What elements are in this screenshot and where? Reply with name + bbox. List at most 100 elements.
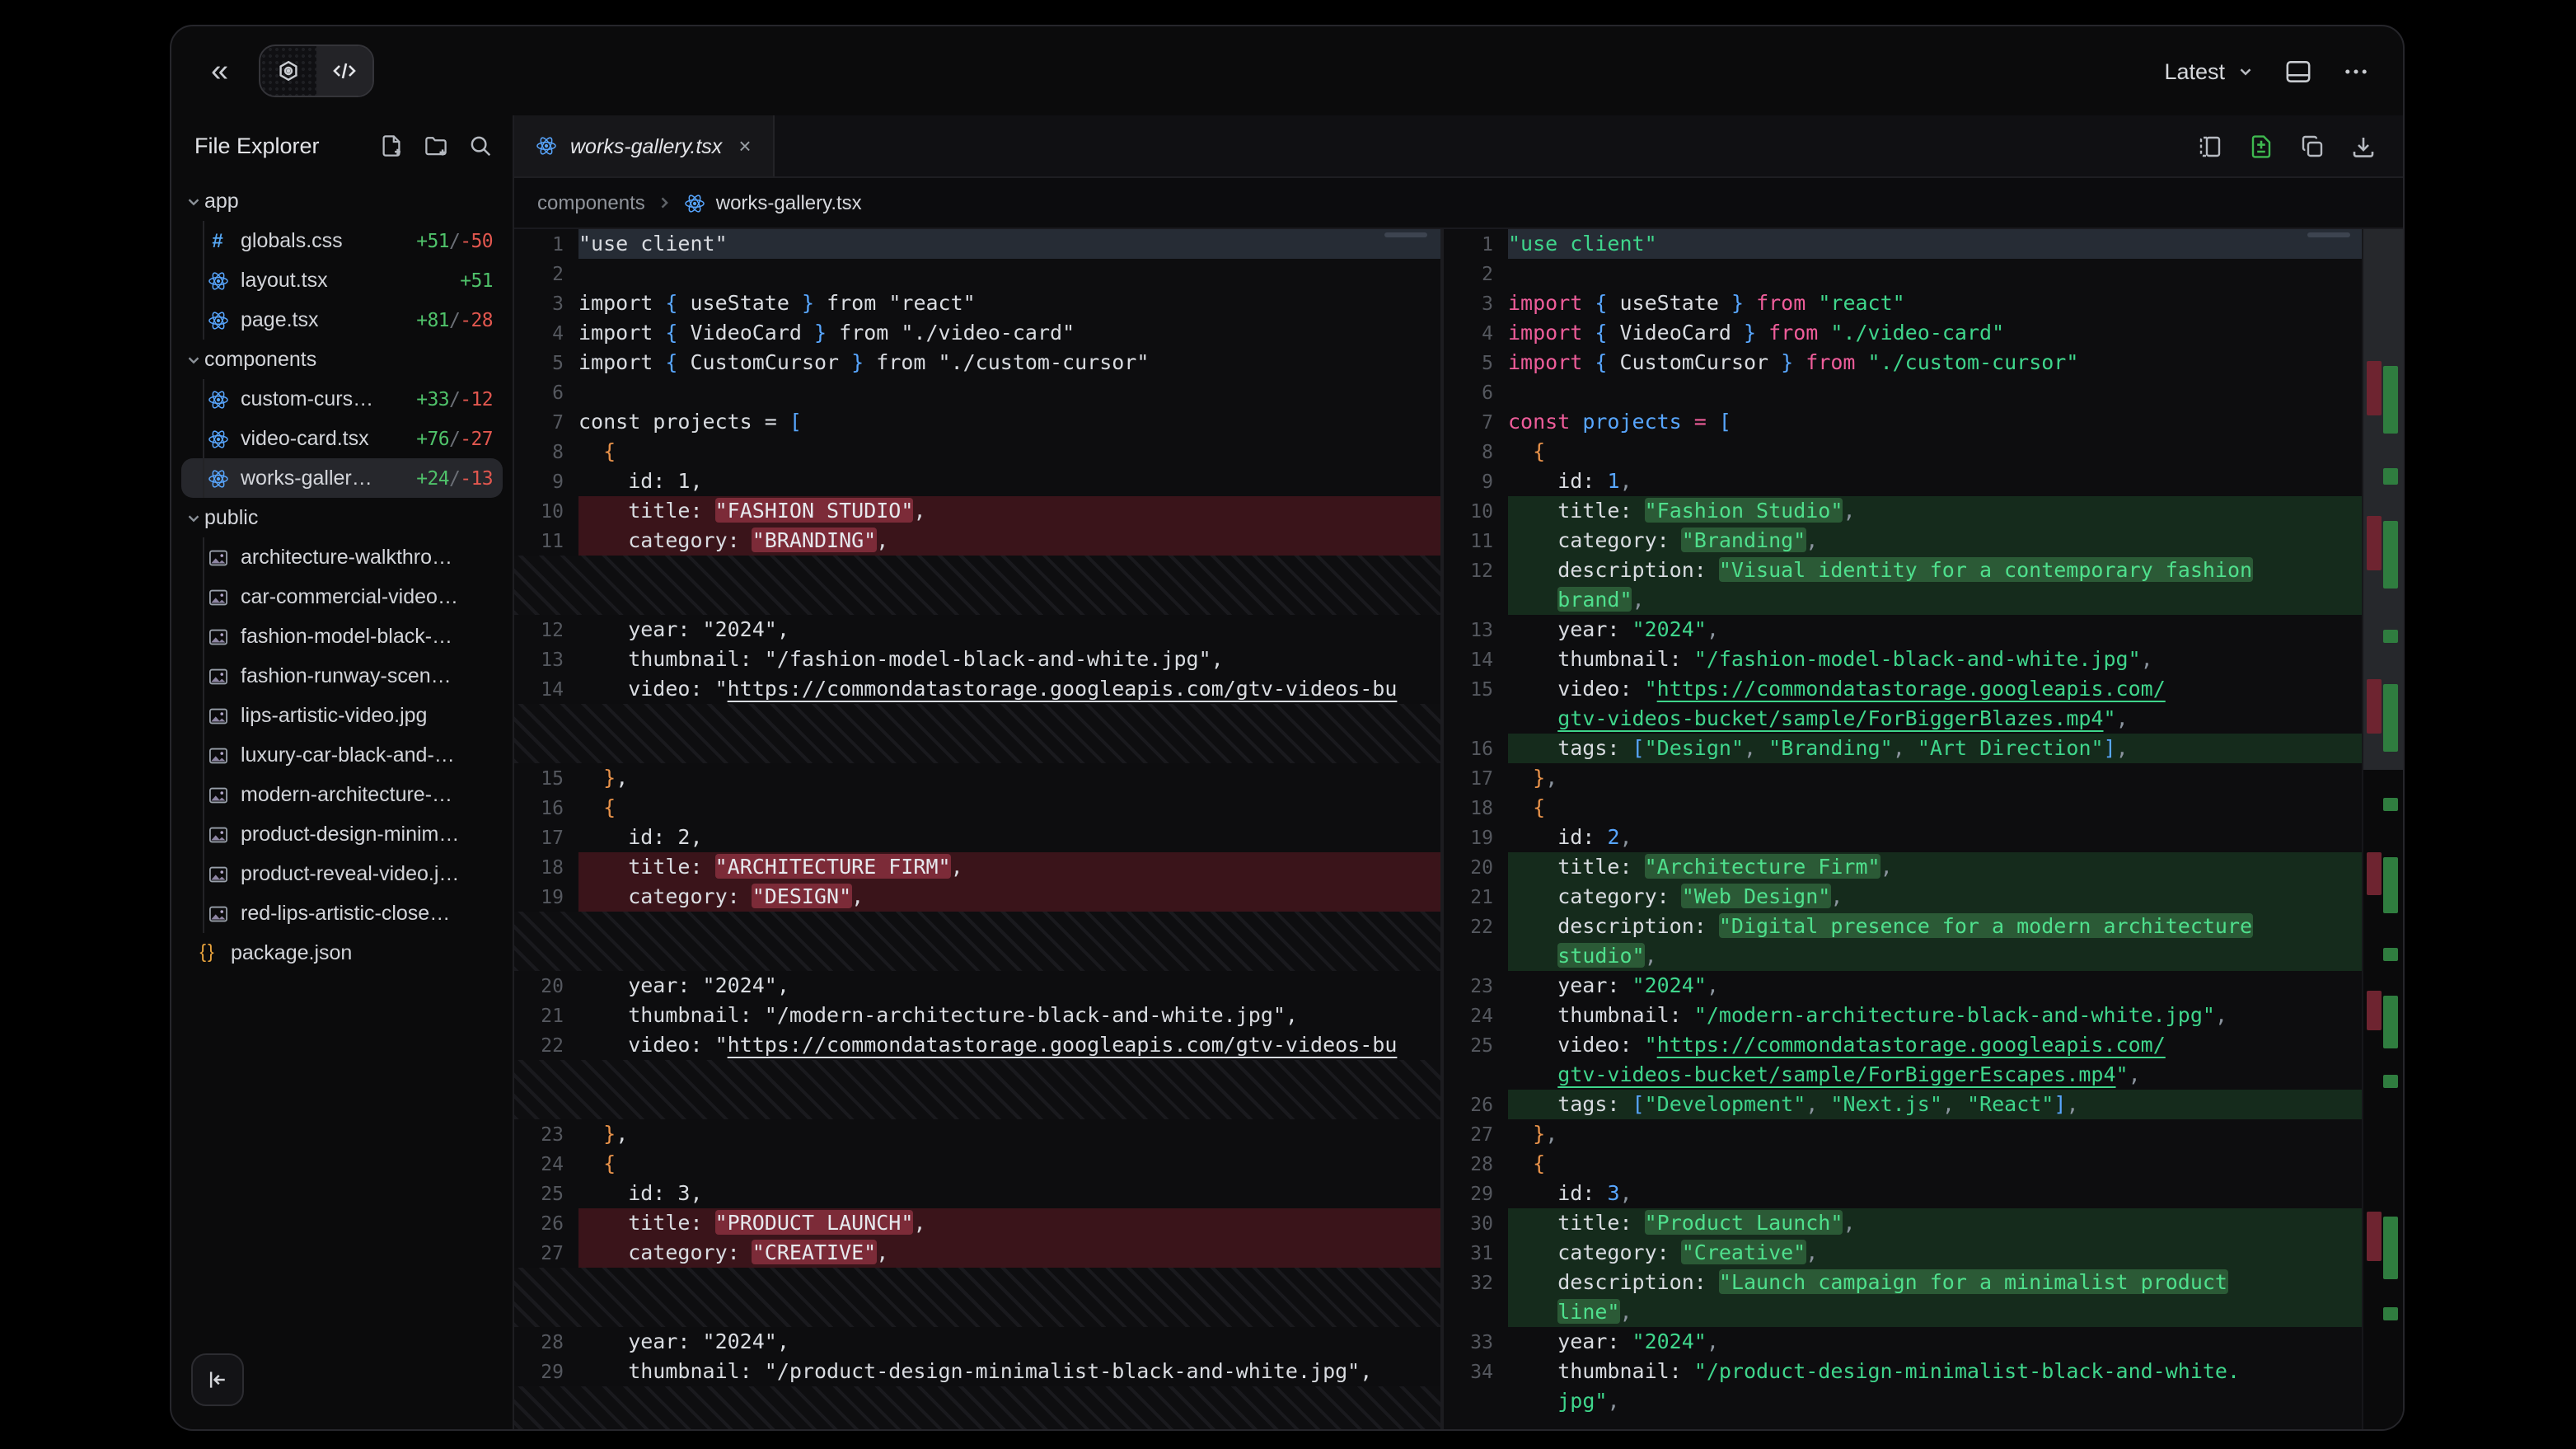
code-row: 28 { (1444, 1149, 2362, 1179)
version-dropdown[interactable]: Latest (2164, 59, 2255, 83)
chevron-down-icon (2236, 62, 2255, 80)
code-rows-before: 1"use client"23import { useState } from … (514, 229, 1440, 1429)
collapse-panel-icon[interactable]: « (204, 52, 235, 90)
tree-file-layout.tsx[interactable]: layout.tsx+51 (181, 260, 503, 300)
react-icon (204, 467, 231, 489)
code-toggle-button[interactable] (316, 46, 372, 96)
split-view-button[interactable] (2197, 133, 2223, 159)
code-row: 12 year: "2024", (514, 615, 1440, 645)
file-diff-button[interactable] (2248, 133, 2274, 159)
tree-folder-app[interactable]: app (181, 181, 503, 221)
code-row: 22 video: "https://commondatastorage.goo… (514, 1030, 1440, 1060)
code-row: 16 tags: ["Design", "Branding", "Art Dir… (1444, 734, 2362, 763)
tree-file-product-reveal-video.j-[interactable]: product-reveal-video.j… (181, 854, 503, 893)
minimap-deletion-mark (2367, 361, 2382, 415)
new-folder-button[interactable] (424, 133, 448, 157)
breadcrumb-file-label: works-gallery.tsx (716, 191, 862, 214)
code-row: 31 category: "Creative", (1444, 1238, 2362, 1268)
collapse-sidebar-button[interactable] (191, 1353, 244, 1406)
code-row: 20 title: "Architecture Firm", (1444, 852, 2362, 882)
tree-file-custom-curs-[interactable]: custom-curs…+33/-12 (181, 379, 503, 419)
tree-file-fashion-runway-scen-[interactable]: fashion-runway-scen… (181, 656, 503, 696)
panel-layout-button[interactable] (2284, 57, 2312, 85)
tree-file-modern-architecture-[interactable]: modern-architecture-… (181, 775, 503, 814)
code-row: 24 { (514, 1149, 1440, 1179)
code-row: 4import { VideoCard } from "./video-card… (514, 318, 1440, 348)
tree-file-red-lips-artistic-close-[interactable]: red-lips-artistic-close… (181, 893, 503, 933)
code-row: line", (1444, 1297, 2362, 1327)
code-row: 16 { (514, 793, 1440, 823)
view-mode-toggle (258, 45, 373, 97)
diff-filler-hatch (514, 1268, 1440, 1327)
horizontal-scrollbar[interactable] (1384, 232, 1427, 237)
minimap-addition-mark (2383, 684, 2398, 752)
ellipsis-icon (2342, 57, 2370, 85)
tree-file-lips-artistic-video.jpg[interactable]: lips-artistic-video.jpg (181, 696, 503, 735)
new-file-button[interactable] (379, 133, 404, 157)
code-row: 26 tags: ["Development", "Next.js", "Rea… (1444, 1090, 2362, 1119)
minimap-deletion-mark (2367, 516, 2382, 570)
tree-file-package.json[interactable]: {}package.json (181, 933, 503, 973)
diff-stats: +33/-12 (416, 387, 503, 410)
file-tree: app#globals.css+51/-50layout.tsx+51page.… (171, 175, 513, 1337)
code-row: 9 id: 1, (1444, 467, 2362, 496)
diff-view: 1"use client"23import { useState } from … (514, 229, 2403, 1429)
editor-area: works-gallery.tsx × (514, 115, 2403, 1429)
chevron-right-icon (657, 195, 673, 211)
code-row: 27 }, (1444, 1119, 2362, 1149)
horizontal-scrollbar[interactable] (2307, 232, 2350, 237)
diff-minimap[interactable] (2362, 229, 2403, 1429)
code-row: 8 { (514, 437, 1440, 467)
code-rows-after: 1"use client"23import { useState } from … (1444, 229, 2362, 1429)
tab-works-gallery[interactable]: works-gallery.tsx × (514, 115, 775, 176)
search-icon[interactable] (468, 133, 493, 157)
code-row: 14 thumbnail: "/fashion-model-black-and-… (1444, 645, 2362, 674)
download-button[interactable] (2350, 133, 2377, 159)
editor-actions (2197, 115, 2403, 176)
code-row: 9 id: 1, (514, 467, 1440, 496)
code-row: 15 }, (514, 763, 1440, 793)
minimap-deletion-mark (2367, 679, 2382, 734)
tree-folder-public[interactable]: public (181, 498, 503, 537)
tree-file-product-design-minim-[interactable]: product-design-minim… (181, 814, 503, 854)
diff-stats: +24/-13 (416, 467, 503, 490)
minimap-addition-mark (2383, 1307, 2398, 1320)
braces-icon: {} (194, 943, 221, 963)
minimap-addition-mark (2383, 1075, 2398, 1088)
code-row: 10 title: "FASHION STUDIO", (514, 496, 1440, 526)
tree-folder-components[interactable]: components (181, 340, 503, 379)
code-row: 23 year: "2024", (1444, 971, 2362, 1001)
tree-file-page.tsx[interactable]: page.tsx+81/-28 (181, 300, 503, 340)
diff-filler-hatch (514, 556, 1440, 615)
tree-file-video-card.tsx[interactable]: video-card.tsx+76/-27 (181, 419, 503, 458)
code-row: 18 { (1444, 793, 2362, 823)
diff-pane-after: 1"use client"23import { useState } from … (1444, 229, 2403, 1429)
code-row: 22 description: "Digital presence for a … (1444, 912, 2362, 941)
image-icon (204, 903, 231, 924)
code-row: 21 thumbnail: "/modern-architecture-blac… (514, 1001, 1440, 1030)
minimap-addition-mark (2383, 468, 2398, 485)
version-label: Latest (2164, 59, 2225, 83)
code-row: 4import { VideoCard } from "./video-card… (1444, 318, 2362, 348)
more-options-button[interactable] (2342, 57, 2370, 85)
tree-file-car-commercial-video-[interactable]: car-commercial-video… (181, 577, 503, 617)
tree-file-architecture-walkthro-[interactable]: architecture-walkthro… (181, 537, 503, 577)
minimap-addition-mark (2383, 1217, 2398, 1279)
breadcrumb-file[interactable]: works-gallery.tsx (685, 191, 862, 214)
tab-close-icon[interactable]: × (738, 134, 751, 158)
tree-file-fashion-model-black-[interactable]: fashion-model-black-… (181, 617, 503, 656)
diff-filler-hatch (514, 1060, 1440, 1119)
preview-toggle-button[interactable] (260, 46, 316, 96)
tree-file-globals.css[interactable]: #globals.css+51/-50 (181, 221, 503, 260)
image-icon (204, 863, 231, 884)
code-row: 32 description: "Launch campaign for a m… (1444, 1268, 2362, 1297)
tree-file-luxury-car-black-and-[interactable]: luxury-car-black-and-… (181, 735, 503, 775)
code-row: 25 id: 3, (514, 1179, 1440, 1208)
minimap-addition-mark (2383, 798, 2398, 811)
breadcrumb-parent[interactable]: components (537, 191, 645, 214)
code-row: 34 thumbnail: "/product-design-minimalis… (1444, 1357, 2362, 1386)
tree-file-works-galler-[interactable]: works-galler…+24/-13 (181, 458, 503, 498)
copy-button[interactable] (2299, 133, 2325, 159)
code-row: 14 video: "https://commondatastorage.goo… (514, 674, 1440, 704)
code-row: brand", (1444, 585, 2362, 615)
